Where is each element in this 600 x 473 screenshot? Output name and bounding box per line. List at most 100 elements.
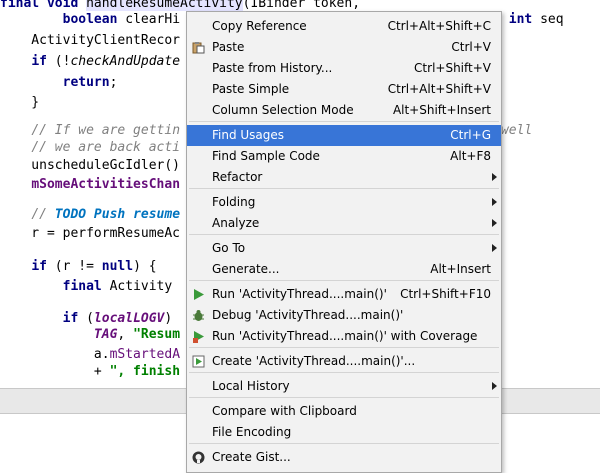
menu-separator [189,443,499,444]
menu-item-label: Compare with Clipboard [212,404,357,418]
menu-item-create-gist[interactable]: Create Gist... [187,447,501,468]
menu-item-copy-reference[interactable]: Copy Reference Ctrl+Alt+Shift+C [187,16,501,37]
menu-item-label: Copy Reference [212,19,307,33]
menu-separator [189,280,499,281]
menu-item-run-activitythread-main[interactable]: Run 'ActivityThread....main()' Ctrl+Shift… [187,284,501,305]
code-token: seq [540,12,564,27]
submenu-arrow-icon [492,219,497,227]
menu-item-label: Local History [212,379,290,393]
menu-item-find-usages[interactable]: Find Usages Ctrl+G [187,125,501,146]
code-token: if [31,259,55,274]
menu-item-shortcut: Ctrl+V [451,40,491,54]
code-line: unscheduleGcIdler() [0,156,180,176]
menu-item-compare-with-clipboard[interactable]: Compare with Clipboard [187,401,501,422]
menu-item-paste[interactable]: Paste Ctrl+V [187,37,501,58]
menu-item-create-activitythread-main[interactable]: Create 'ActivityThread....main()'... [187,351,501,372]
menu-item-label: Paste Simple [212,82,290,96]
code-line: ActivityClientRecor [0,31,180,51]
menu-item-folding[interactable]: Folding [187,192,501,213]
github-icon [192,451,205,464]
menu-item-paste-simple[interactable]: Paste Simple Ctrl+Alt+Shift+V [187,79,501,100]
code-token: "Resum [133,327,181,342]
menu-item-file-encoding[interactable]: File Encoding [187,422,501,443]
menu-item-label: Refactor [212,170,263,184]
code-token: final [62,279,110,294]
code-token: + [0,364,110,379]
menu-item-label: Find Usages [212,128,285,142]
menu-item-analyze[interactable]: Analyze [187,213,501,234]
menu-item-go-to[interactable]: Go To [187,238,501,259]
menu-item-label: File Encoding [212,425,292,439]
run-icon [194,289,204,300]
code-token: (r != [54,259,102,274]
code-token: ) { [133,259,157,274]
menu-item-label: Analyze [212,216,260,230]
menu-item-run-activitythread-main-with-coverage[interactable]: Run 'ActivityThread....main()' with Cove… [187,326,501,347]
code-token: boolean [62,12,126,27]
code-token: if [62,311,87,326]
code-token: TODO Push resume [54,207,181,222]
code-line: if (r != null) { [0,257,157,277]
code-line: return; [0,73,118,93]
code-token: ", finish [109,364,181,379]
menu-item-label: Debug 'ActivityThread....main()' [212,308,404,322]
code-token: unscheduleGcIdler() [0,158,181,173]
code-token: r = performResumeAc [0,226,181,241]
menu-item-label: Paste from History... [212,61,333,75]
menu-item-label: Find Sample Code [212,149,320,163]
menu-item-shortcut: Ctrl+Shift+V [414,61,491,75]
code-token: if [31,54,55,69]
code-token: null [101,259,134,274]
code-line: mSomeActivitiesChan [0,175,180,195]
code-token: ( [86,311,94,326]
menu-item-label: Folding [212,195,256,209]
paste-icon [192,42,205,54]
menu-item-debug-activitythread-main[interactable]: Debug 'ActivityThread....main()' [187,305,501,326]
menu-item-paste-from-history[interactable]: Paste from History... Ctrl+Shift+V [187,58,501,79]
menu-item-shortcut: Ctrl+Alt+Shift+V [387,82,491,96]
submenu-arrow-icon [492,198,497,206]
code-token: a. [0,347,110,362]
menu-separator [189,234,499,235]
menu-item-label: Create Gist... [212,450,291,464]
menu-item-generate[interactable]: Generate... Alt+Insert [187,259,501,280]
menu-item-shortcut: Ctrl+Shift+F10 [400,287,491,301]
code-line: r = performResumeAc [0,224,180,244]
submenu-arrow-icon [492,382,497,390]
menu-item-column-selection-mode[interactable]: Column Selection Mode Alt+Shift+Insert [187,100,501,121]
menu-item-label: Generate... [212,262,280,276]
coverage-icon [193,331,204,343]
create-config-icon [192,355,205,368]
menu-item-local-history[interactable]: Local History [187,376,501,397]
code-line: // we are back acti [0,138,180,158]
menu-item-find-sample-code[interactable]: Find Sample Code Alt+F8 [187,146,501,167]
menu-item-shortcut: Alt+Shift+Insert [392,103,491,117]
menu-separator [189,188,499,189]
code-line: + ", finish [0,362,180,382]
code-token: ActivityClientRecor [0,33,181,48]
menu-separator [189,372,499,373]
code-token: // If we are gettin [31,123,181,138]
code-line: TAG, "Resum [0,325,180,345]
menu-separator [189,121,499,122]
code-line: final Activity [0,277,173,297]
submenu-arrow-icon [492,173,497,181]
menu-item-refactor[interactable]: Refactor [187,167,501,188]
code-token: ) [164,311,173,326]
menu-item-label: Run 'ActivityThread....main()' [212,287,387,301]
menu-item-label: Run 'ActivityThread....main()' with Cove… [212,329,478,343]
code-token: // [31,207,55,222]
code-token: (! [54,54,71,69]
menu-item-shortcut: Alt+F8 [450,149,491,163]
code-token: Activity [109,279,173,294]
editor-context-menu: Copy Reference Ctrl+Alt+Shift+C Paste Ctrl+… [186,11,502,473]
